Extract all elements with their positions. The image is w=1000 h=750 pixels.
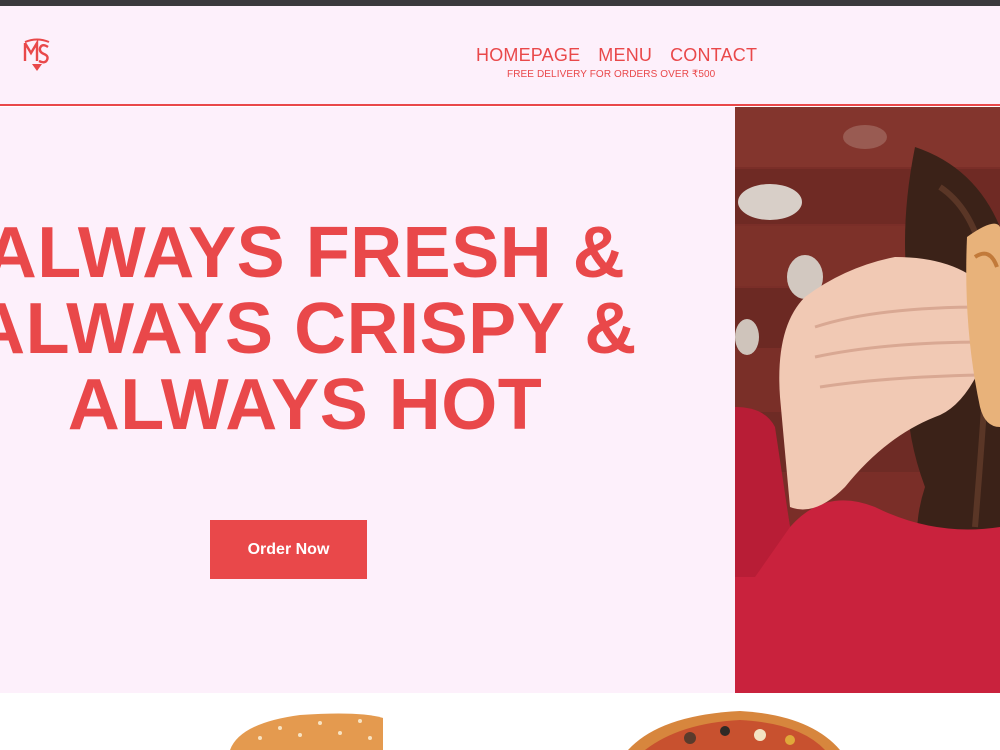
nav-contact-link[interactable]: CONTACT [670,45,757,66]
menu-preview-strip [0,693,1000,750]
nav-menu-link[interactable]: MENU [598,45,652,66]
headline-line-3: ALWAYS HOT [67,365,543,445]
headline-line-1: ALWAYS FRESH & [0,213,626,293]
headline-line-2: ALWAYS CRISPY & [0,289,637,369]
hero-photo-person-eating-pizza [735,107,1000,693]
hero-headline: ALWAYS FRESH & ALWAYS CRISPY & ALWAYS HO… [0,215,735,443]
main-nav: HOMEPAGE MENU CONTACT [476,45,757,66]
order-now-button[interactable]: Order Now [210,520,367,579]
nav-homepage-link[interactable]: HOMEPAGE [476,45,580,66]
site-header: HOMEPAGE MENU CONTACT FREE DELIVERY FOR … [0,6,1000,106]
free-delivery-note: FREE DELIVERY FOR ORDERS OVER ₹500 [507,69,716,80]
ms-logo-icon[interactable] [20,36,54,72]
hero-section: ALWAYS FRESH & ALWAYS CRISPY & ALWAYS HO… [0,107,735,693]
